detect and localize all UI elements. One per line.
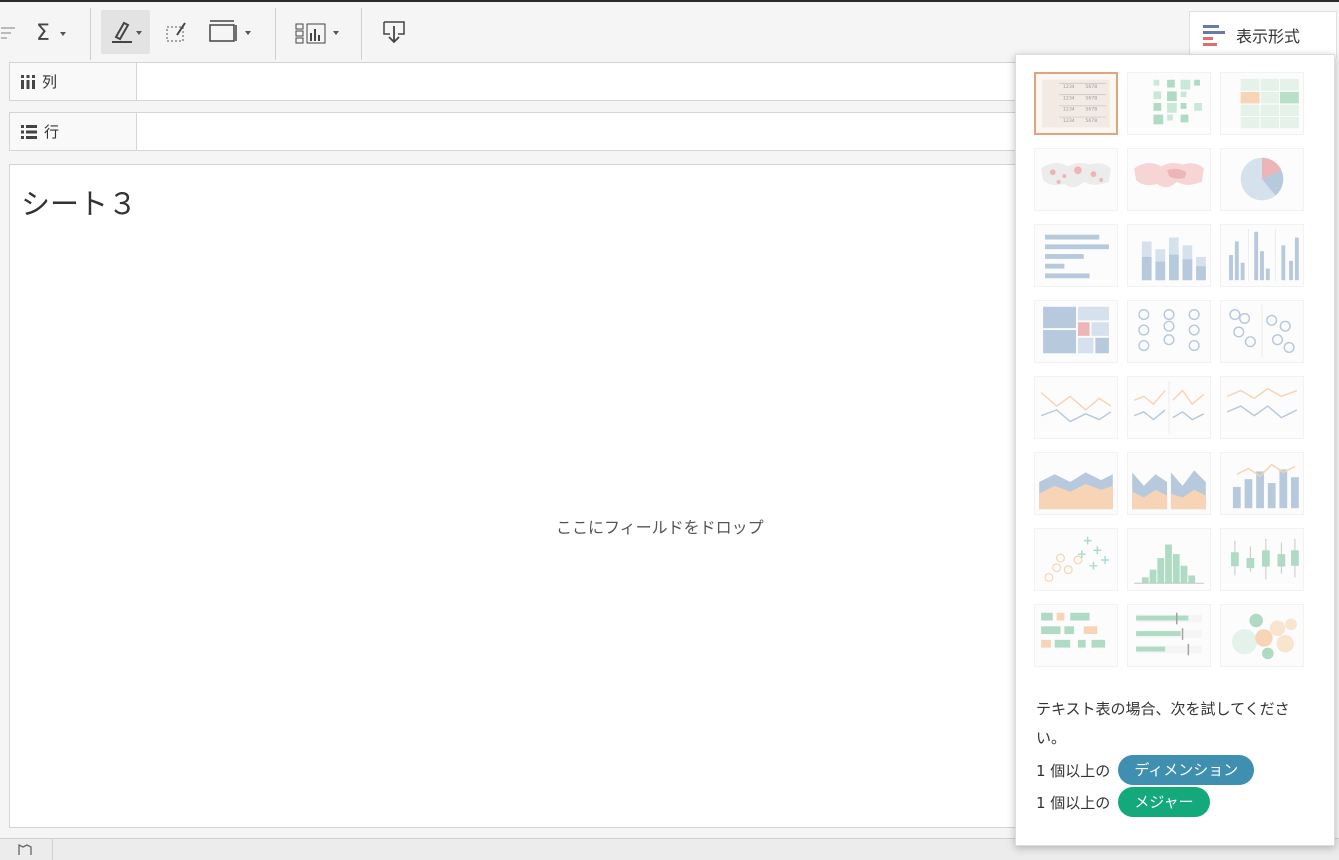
toolbar-separator [361, 8, 362, 60]
side-by-side-circles-icon[interactable] [1220, 300, 1304, 363]
columns-shelf-header: 列 [10, 63, 137, 100]
lines-discrete-icon[interactable] [1127, 376, 1211, 439]
show-me-panel: 1234 5678 1234 5678 1234 5678 1234 5678 テキスト表の場… [1015, 54, 1335, 846]
measure-pill: メジャー [1118, 787, 1210, 817]
highlighter-icon [111, 21, 142, 43]
rows-icon [21, 124, 37, 139]
toolbar: Σ 表示形式 [0, 2, 1339, 60]
histogram-icon[interactable] [1127, 528, 1211, 591]
treemap-icon[interactable] [1034, 300, 1118, 363]
show-me-title: 表示形式 [1236, 27, 1301, 46]
totals-sigma-button[interactable]: Σ [32, 10, 72, 54]
svg-text:5678: 5678 [1085, 107, 1097, 113]
svg-text:5678: 5678 [1085, 118, 1097, 124]
svg-text:1234: 1234 [1063, 95, 1075, 101]
requirement-dimension: 1 個以上の ディメンション [1036, 755, 1255, 785]
side-by-side-bars-icon[interactable] [1220, 224, 1304, 287]
svg-text:1234: 1234 [1063, 118, 1075, 124]
heat-map-icon[interactable] [1127, 72, 1211, 135]
download-button[interactable] [375, 10, 413, 54]
svg-text:5678: 5678 [1085, 84, 1097, 90]
show-me-button[interactable]: 表示形式 [1189, 11, 1337, 58]
lines-continuous-icon[interactable] [1034, 376, 1118, 439]
svg-text:Σ: Σ [36, 21, 50, 44]
text-table-icon[interactable]: 1234 5678 1234 5678 1234 5678 1234 5678 [1034, 72, 1118, 135]
toolbar-separator [90, 8, 91, 60]
gantt-chart-icon[interactable] [1034, 604, 1118, 667]
requirement-prefix: 1 個以上の [1036, 761, 1111, 780]
dimension-pill: ディメンション [1118, 755, 1255, 785]
sheet-title[interactable]: シート３ [21, 181, 137, 223]
box-and-whisker-icon[interactable] [1220, 528, 1304, 591]
rows-shelf[interactable]: 行 [9, 112, 1019, 151]
show-me-icon [1203, 25, 1225, 46]
pie-chart-icon[interactable] [1220, 148, 1304, 211]
area-continuous-icon[interactable] [1034, 452, 1118, 515]
highlight-table-icon[interactable] [1220, 72, 1304, 135]
show-cards-button[interactable] [290, 10, 344, 54]
toolbar-separator [275, 8, 276, 60]
annotate-button[interactable] [160, 10, 194, 54]
requirement-measure: 1 個以上の メジャー [1036, 787, 1210, 817]
view-canvas[interactable]: シート３ ここにフィールドをドロップ [9, 164, 1019, 828]
circle-views-icon[interactable] [1127, 300, 1211, 363]
sigma-icon: Σ [36, 21, 66, 44]
filled-map-icon[interactable] [1127, 148, 1211, 211]
fit-width-icon [209, 20, 251, 42]
rows-shelf-header: 行 [10, 113, 137, 150]
svg-text:1234: 1234 [1063, 107, 1075, 113]
data-source-tab[interactable] [0, 839, 53, 860]
symbol-map-icon[interactable] [1034, 148, 1118, 211]
sort-icon[interactable] [0, 10, 18, 54]
download-icon [383, 21, 405, 44]
highlight-button[interactable] [101, 10, 150, 54]
horizontal-bars-icon[interactable] [1034, 224, 1118, 287]
stacked-bars-icon[interactable] [1127, 224, 1211, 287]
columns-shelf[interactable]: 列 [9, 62, 1019, 101]
packed-bubbles-icon[interactable] [1220, 604, 1304, 667]
annotation-icon [166, 22, 186, 42]
svg-text:1234: 1234 [1063, 84, 1075, 90]
scatter-plot-icon[interactable] [1034, 528, 1118, 591]
columns-shelf-label: 列 [42, 73, 58, 91]
area-discrete-icon[interactable] [1127, 452, 1211, 515]
dual-lines-icon[interactable] [1220, 376, 1304, 439]
dual-combination-icon[interactable] [1220, 452, 1304, 515]
data-source-icon [18, 843, 32, 855]
cards-icon [295, 23, 339, 44]
show-me-hint: テキスト表の場合、次を試してください。 [1036, 700, 1290, 747]
bullet-graph-icon[interactable] [1127, 604, 1211, 667]
columns-icon [21, 74, 35, 89]
fit-button[interactable] [205, 10, 257, 54]
drop-field-hint: ここにフィールドをドロップ [556, 518, 764, 537]
svg-text:5678: 5678 [1085, 95, 1097, 101]
rows-shelf-label: 行 [44, 123, 60, 141]
requirement-prefix: 1 個以上の [1036, 793, 1111, 812]
